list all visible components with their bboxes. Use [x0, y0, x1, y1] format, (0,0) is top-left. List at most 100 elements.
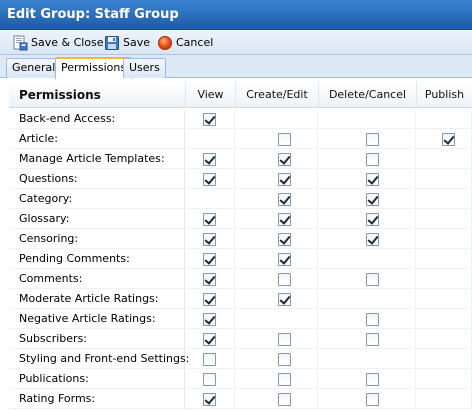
create-edit-checkbox[interactable] [278, 253, 291, 266]
permission-label: Comments: [9, 269, 185, 289]
delete-cancel-checkbox[interactable] [366, 213, 379, 226]
delete-cancel-checkbox[interactable] [366, 373, 379, 386]
permission-label: Publications: [9, 369, 185, 389]
delete-cancel-cell [318, 369, 416, 389]
delete-cancel-checkbox[interactable] [366, 153, 379, 166]
view-cell [185, 189, 235, 209]
table-row: Rating Forms: [9, 389, 472, 409]
publish-cell [416, 269, 472, 289]
table-row: Censoring: [9, 229, 472, 249]
create-edit-checkbox[interactable] [278, 333, 291, 346]
view-checkbox[interactable] [203, 253, 216, 266]
create-edit-cell [235, 149, 318, 169]
cancel-button[interactable]: Cancel [157, 33, 213, 52]
delete-cancel-checkbox[interactable] [366, 233, 379, 246]
window-title: Edit Group: Staff Group [7, 7, 179, 22]
view-checkbox[interactable] [203, 353, 216, 366]
tab-permissions[interactable]: Permissions [55, 57, 133, 79]
header-delete-cancel[interactable]: Delete/Cancel [318, 82, 416, 108]
publish-cell [416, 369, 472, 389]
delete-cancel-cell [318, 189, 416, 209]
view-checkbox[interactable] [203, 233, 216, 246]
tab-users[interactable]: Users [123, 58, 166, 78]
table-row: Category: [9, 189, 472, 209]
publish-cell [416, 249, 472, 269]
view-checkbox[interactable] [203, 153, 216, 166]
table-row: Negative Article Ratings: [9, 309, 472, 329]
view-cell [185, 349, 235, 369]
create-edit-cell [235, 269, 318, 289]
window-titlebar[interactable]: Edit Group: Staff Group [0, 0, 472, 30]
table-row: Article: [9, 129, 472, 149]
save-and-close-button[interactable]: Save & Close [12, 33, 104, 52]
view-checkbox[interactable] [203, 313, 216, 326]
publish-cell [416, 229, 472, 249]
view-checkbox[interactable] [203, 113, 216, 126]
view-checkbox[interactable] [203, 393, 216, 406]
create-edit-checkbox[interactable] [278, 233, 291, 246]
delete-cancel-cell [318, 249, 416, 269]
view-cell [185, 149, 235, 169]
delete-cancel-checkbox[interactable] [366, 273, 379, 286]
create-edit-checkbox[interactable] [278, 153, 291, 166]
header-publish[interactable]: Publish [416, 82, 472, 108]
create-edit-checkbox[interactable] [278, 133, 291, 146]
permission-label: Article: [9, 129, 185, 149]
header-create-edit[interactable]: Create/Edit [235, 82, 318, 108]
view-checkbox[interactable] [203, 293, 216, 306]
view-checkbox[interactable] [203, 213, 216, 226]
create-edit-cell [235, 169, 318, 189]
permission-label: Category: [9, 189, 185, 209]
view-checkbox[interactable] [203, 173, 216, 186]
publish-cell [416, 169, 472, 189]
create-edit-cell [235, 329, 318, 349]
delete-cancel-cell [318, 289, 416, 309]
create-edit-cell [235, 309, 318, 329]
tab-strip: General Permissions Users [0, 55, 472, 79]
delete-cancel-checkbox[interactable] [366, 193, 379, 206]
table-row: Moderate Article Ratings: [9, 289, 472, 309]
publish-checkbox[interactable] [442, 133, 455, 146]
create-edit-checkbox[interactable] [278, 213, 291, 226]
create-edit-checkbox[interactable] [278, 273, 291, 286]
delete-cancel-checkbox[interactable] [366, 393, 379, 406]
publish-cell [416, 129, 472, 149]
publish-cell [416, 309, 472, 329]
create-edit-checkbox[interactable] [278, 173, 291, 186]
create-edit-cell [235, 249, 318, 269]
create-edit-checkbox[interactable] [278, 393, 291, 406]
table-row: Pending Comments: [9, 249, 472, 269]
create-edit-checkbox[interactable] [278, 373, 291, 386]
view-cell [185, 209, 235, 229]
delete-cancel-cell [318, 349, 416, 369]
delete-cancel-checkbox[interactable] [366, 173, 379, 186]
view-checkbox[interactable] [203, 333, 216, 346]
delete-cancel-cell [318, 209, 416, 229]
publish-cell [416, 289, 472, 309]
table-row: Subscribers: [9, 329, 472, 349]
permission-label: Subscribers: [9, 329, 185, 349]
create-edit-checkbox[interactable] [278, 353, 291, 366]
view-checkbox[interactable] [203, 373, 216, 386]
delete-cancel-checkbox[interactable] [366, 333, 379, 346]
delete-cancel-cell [318, 149, 416, 169]
view-checkbox[interactable] [203, 273, 216, 286]
cancel-circle-icon [157, 35, 173, 51]
create-edit-checkbox[interactable] [278, 193, 291, 206]
tab-general[interactable]: General [6, 58, 62, 78]
delete-cancel-cell [318, 109, 416, 129]
publish-cell [416, 349, 472, 369]
delete-cancel-checkbox[interactable] [366, 133, 379, 146]
view-cell [185, 289, 235, 309]
delete-cancel-checkbox[interactable] [366, 313, 379, 326]
permission-label: Pending Comments: [9, 249, 185, 269]
header-view[interactable]: View [185, 82, 235, 108]
table-row: Publications: [9, 369, 472, 389]
view-cell [185, 269, 235, 289]
view-cell [185, 389, 235, 409]
save-and-close-label: Save & Close [31, 36, 104, 49]
permission-label: Glossary: [9, 209, 185, 229]
delete-cancel-cell [318, 229, 416, 249]
create-edit-checkbox[interactable] [278, 293, 291, 306]
save-button[interactable]: Save [104, 33, 150, 52]
